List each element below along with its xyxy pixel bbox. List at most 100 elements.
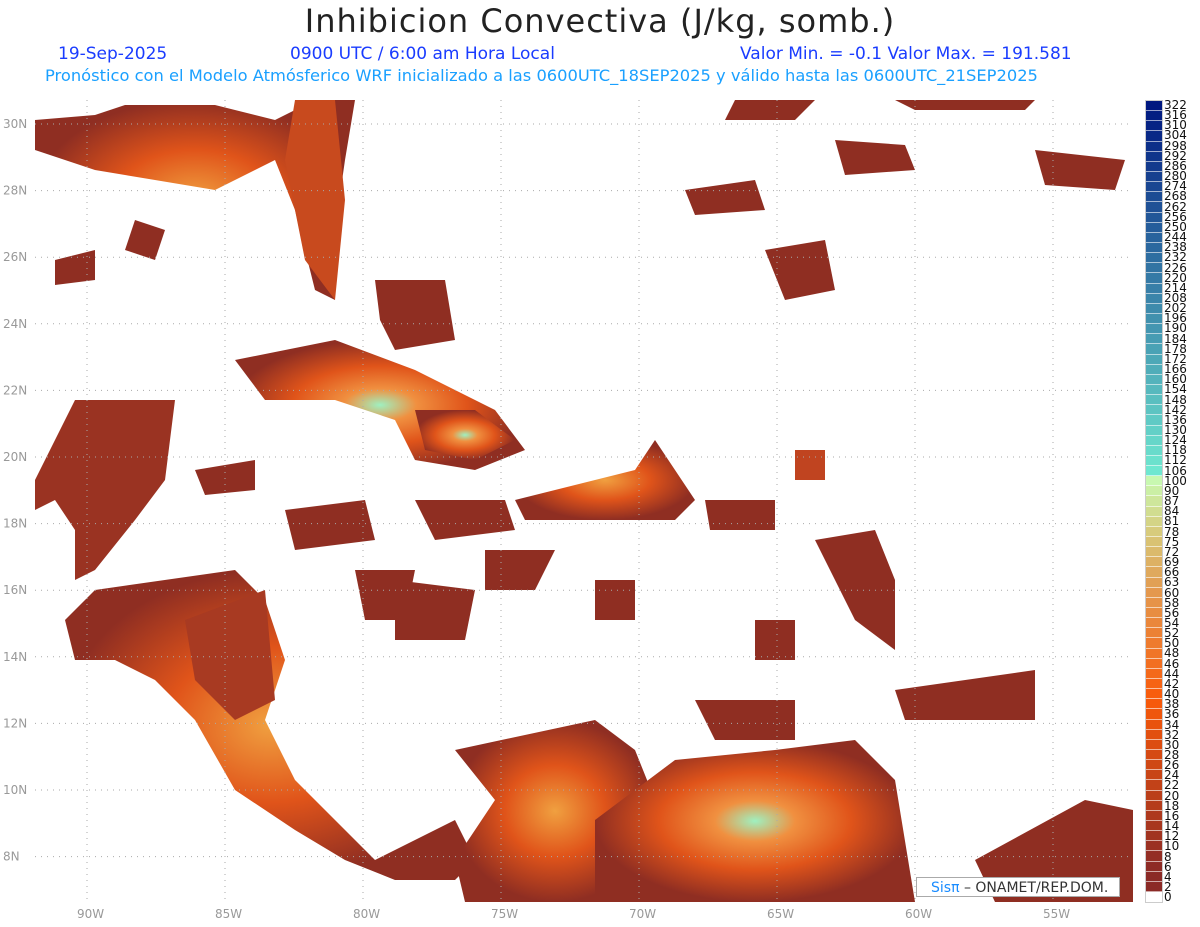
lon-label: 80W <box>353 907 380 921</box>
colorbar-swatch <box>1146 628 1162 639</box>
colorbar-swatch <box>1146 344 1162 355</box>
colorbar-swatch <box>1146 861 1162 872</box>
colorbar-swatch <box>1146 222 1162 233</box>
lat-label: 28N <box>3 184 27 198</box>
colorbar-swatch <box>1146 689 1162 700</box>
colorbar-swatch <box>1146 303 1162 314</box>
colorbar-swatch <box>1146 364 1162 375</box>
colorbar-swatch <box>1146 111 1162 122</box>
map-title: Inhibicion Convectiva (J/kg, somb.) <box>304 2 896 40</box>
colorbar-labels: 322 316 310 304 298 292 286 280 274 268 262 256 250 2… <box>1164 99 1187 905</box>
colorbar-swatch <box>1146 476 1162 487</box>
lat-label: 16N <box>3 583 27 597</box>
colorbar-swatch <box>1146 709 1162 720</box>
colorbar-swatch <box>1146 384 1162 396</box>
lat-label: 26N <box>3 250 27 264</box>
colorbar-swatch <box>1146 750 1162 761</box>
lat-label: 20N <box>3 450 27 464</box>
colorbar-swatch <box>1146 760 1162 771</box>
lat-label: 30N <box>3 117 27 131</box>
colorbar-swatch <box>1146 557 1162 568</box>
lat-label: 12N <box>3 716 27 730</box>
cin-map: 90W 85W 80W 75W 70W 65W 60W 55W 30N 28N 26N 24N 22N 2… <box>3 100 1133 921</box>
colorbar-swatch <box>1146 638 1162 649</box>
lon-label: 60W <box>905 907 932 921</box>
colorbar-swatch <box>1146 547 1162 558</box>
forecast-date: 19-Sep-2025 <box>58 44 168 64</box>
model-info: Pronóstico con el Modelo Atmósferico WRF… <box>45 66 1038 85</box>
colorbar-swatch <box>1146 618 1162 629</box>
colorbar-swatch <box>1146 608 1162 619</box>
credit-box: Sisπ – ONAMET/REP.DOM. <box>916 877 1120 897</box>
colorbar-swatch <box>1146 232 1162 243</box>
colorbar-swatch <box>1146 171 1162 183</box>
colorbar-swatch <box>1146 374 1162 385</box>
colorbar-swatch <box>1146 658 1162 669</box>
colorbar-swatch <box>1146 841 1162 852</box>
colorbar-swatch <box>1146 800 1162 811</box>
colorbar-swatch <box>1146 820 1162 832</box>
lon-label: 55W <box>1043 907 1070 921</box>
colorbar-swatch <box>1146 192 1162 203</box>
colorbar-swatch <box>1146 253 1162 264</box>
colorbar-swatch <box>1146 415 1162 426</box>
colorbar-swatch <box>1146 506 1162 517</box>
colorbar-swatch <box>1146 729 1162 740</box>
colorbar-swatch <box>1146 881 1162 892</box>
lat-label: 22N <box>3 383 27 397</box>
colorbar-swatch <box>1146 597 1162 609</box>
colorbar-swatch <box>1146 537 1162 548</box>
colorbar-label: 0 <box>1164 890 1172 905</box>
colorbar-swatch <box>1146 577 1162 588</box>
lon-label: 90W <box>77 907 104 921</box>
colorbar-swatch <box>1146 121 1162 132</box>
colorbar-swatch <box>1146 324 1162 335</box>
lon-label: 70W <box>629 907 656 921</box>
colorbar-swatch <box>1146 313 1162 325</box>
colorbar-swatch <box>1146 425 1162 436</box>
colorbar-swatch <box>1146 395 1162 406</box>
colorbar-swatch <box>1146 466 1162 477</box>
colorbar-swatch <box>1146 455 1162 467</box>
colorbar-swatch <box>1146 405 1162 416</box>
lat-label: 10N <box>3 783 27 797</box>
sispi-logo: Sisπ <box>931 880 960 896</box>
credit-text: – ONAMET/REP.DOM. <box>963 880 1109 896</box>
colorbar-swatch <box>1146 293 1162 304</box>
forecast-time: 0900 UTC / 6:00 am Hora Local <box>290 44 555 64</box>
colorbar-swatch <box>1146 242 1162 254</box>
lat-label: 8N <box>3 850 20 864</box>
colorbar-swatch <box>1146 739 1162 750</box>
cin-field <box>35 100 1133 902</box>
colorbar-swatch <box>1146 891 1162 903</box>
colorbar-swatch <box>1146 151 1162 162</box>
colorbar-swatch <box>1146 587 1162 598</box>
colorbar-swatch <box>1146 486 1162 497</box>
colorbar-swatch <box>1146 435 1162 446</box>
colorbar-swatch <box>1146 831 1162 842</box>
colorbar-swatch <box>1146 263 1162 274</box>
colorbar-swatch <box>1146 567 1162 578</box>
colorbar-swatch <box>1146 770 1162 781</box>
colorbar-swatch <box>1146 780 1162 791</box>
colorbar-swatch <box>1146 212 1162 223</box>
colorbar-swatch <box>1146 131 1162 142</box>
colorbar <box>1145 100 1163 904</box>
colorbar-swatch <box>1146 273 1162 284</box>
colorbar-swatch <box>1146 334 1162 345</box>
colorbar-swatch <box>1146 679 1162 690</box>
colorbar-swatch <box>1146 851 1162 862</box>
colorbar-swatch <box>1146 810 1162 821</box>
lon-label: 65W <box>767 907 794 921</box>
colorbar-swatch <box>1146 496 1162 507</box>
colorbar-swatch <box>1146 202 1162 213</box>
colorbar-swatch <box>1146 161 1162 172</box>
colorbar-swatch <box>1146 354 1162 365</box>
lat-label: 24N <box>3 317 27 331</box>
colorbar-swatch <box>1146 526 1162 538</box>
colorbar-swatch <box>1146 719 1162 730</box>
colorbar-swatch <box>1146 871 1162 882</box>
colorbar-swatch <box>1146 101 1162 112</box>
colorbar-swatch <box>1146 668 1162 680</box>
colorbar-swatch <box>1146 699 1162 710</box>
